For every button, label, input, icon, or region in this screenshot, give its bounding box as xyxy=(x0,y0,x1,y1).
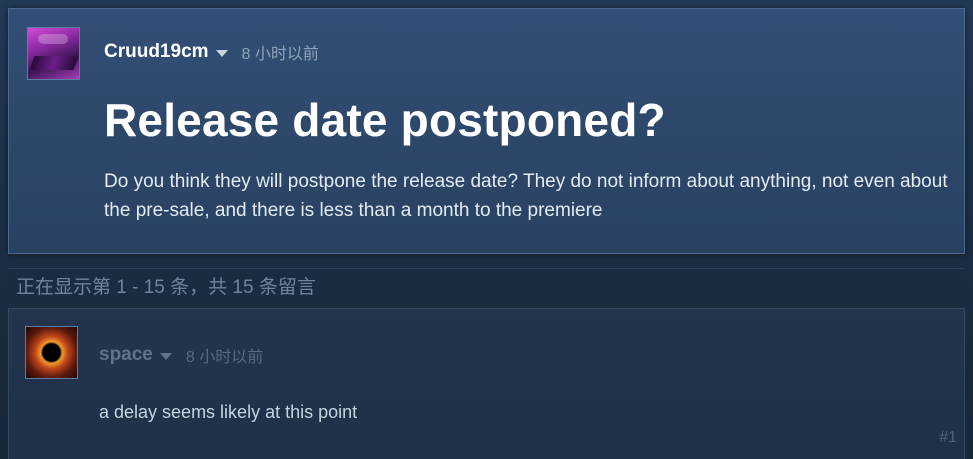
chevron-down-icon[interactable] xyxy=(159,352,172,360)
avatar-art xyxy=(38,34,68,44)
comment-body: a delay seems likely at this point xyxy=(99,402,358,422)
chevron-down-icon[interactable] xyxy=(215,49,228,57)
paging-summary: 正在显示第 1 - 15 条，共 15 条留言 xyxy=(16,277,316,298)
paging-bar: 正在显示第 1 - 15 条，共 15 条留言 xyxy=(8,268,965,302)
op-timestamp: 8 小时以前 xyxy=(241,46,319,63)
comment-number[interactable]: #1 xyxy=(939,429,957,447)
op-author-row: Cruud19cm 8 小时以前 xyxy=(104,40,319,64)
op-avatar[interactable] xyxy=(27,27,80,80)
op-author-name[interactable]: Cruud19cm xyxy=(104,41,209,63)
op-body: Do you think they will postpone the rele… xyxy=(104,171,948,221)
original-post: Cruud19cm 8 小时以前 Release date postponed?… xyxy=(8,8,965,254)
comment-avatar[interactable] xyxy=(25,326,78,379)
avatar-art xyxy=(29,56,79,70)
comment-author-row: space 8 小时以前 xyxy=(99,343,263,367)
comment-timestamp: 8 小时以前 xyxy=(185,349,264,366)
comment-author-name[interactable]: space xyxy=(99,344,153,366)
topic-title: Release date postponed? xyxy=(104,94,666,146)
comment: space 8 小时以前 a delay seems likely at thi… xyxy=(8,308,965,459)
